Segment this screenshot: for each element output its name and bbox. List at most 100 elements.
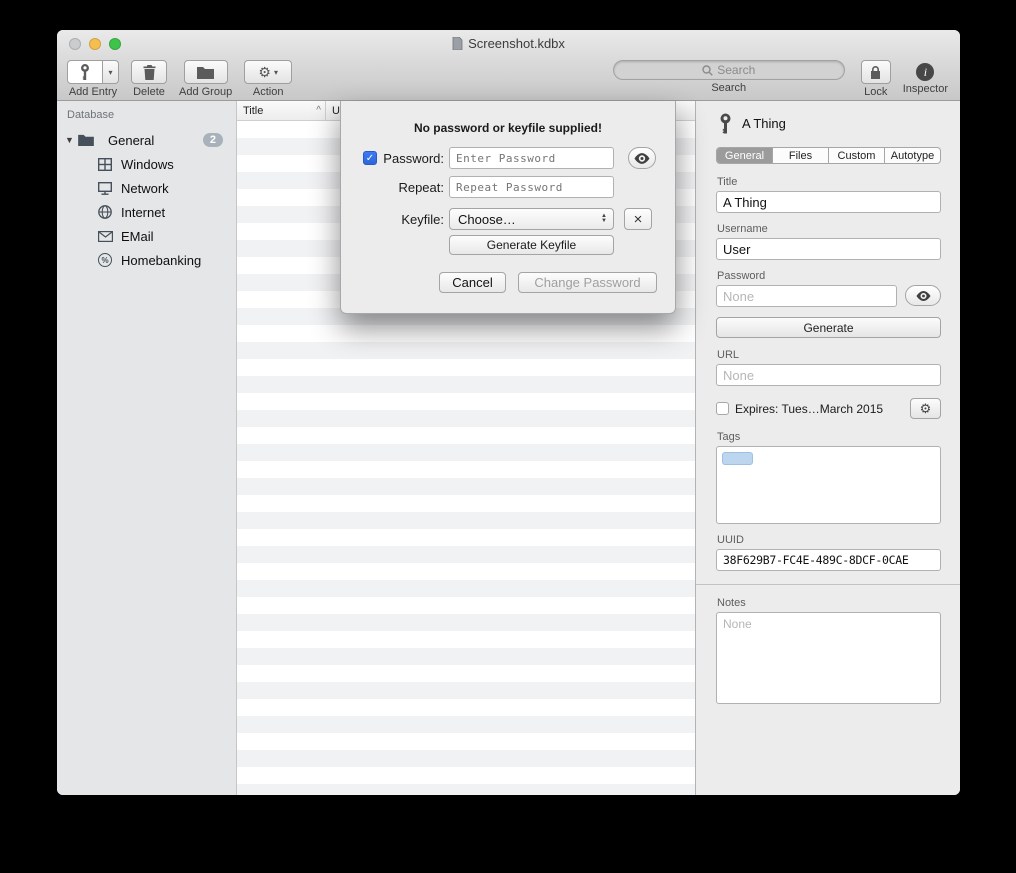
content-area: Database ▼ General 2 Windows Network	[57, 101, 960, 795]
popup-stepper-icon: ▲▼	[601, 214, 609, 224]
sidebar-item-email[interactable]: EMail	[57, 224, 236, 248]
gear-icon: ⚙	[258, 64, 271, 81]
entry-title: A Thing	[742, 116, 786, 131]
inspector-group: i Inspector	[903, 60, 948, 95]
sidebar-item-label: Network	[121, 181, 169, 196]
password-checkbox[interactable]: ✓	[363, 151, 377, 165]
keyfile-label: Keyfile:	[380, 212, 444, 227]
toolbar: ▾ Add Entry Delete Add Group ⚙ ▾ Action	[57, 57, 960, 101]
tag-chip[interactable]	[722, 452, 753, 465]
column-title-label: Title	[243, 105, 263, 117]
inspector-tabs: General Files Custom Autotype	[716, 147, 941, 164]
add-entry-label: Add Entry	[69, 86, 117, 98]
zoom-button[interactable]	[109, 38, 121, 50]
titlebar: Screenshot.kdbx	[57, 30, 960, 57]
sidebar-item-homebanking[interactable]: % Homebanking	[57, 248, 236, 272]
url-field[interactable]	[716, 364, 941, 386]
lock-icon	[870, 65, 881, 79]
delete-group: Delete	[131, 60, 167, 98]
minimize-button[interactable]	[89, 38, 101, 50]
add-entry-button[interactable]	[67, 60, 103, 84]
inspector-button[interactable]: i	[916, 63, 934, 81]
inspector-panel: A Thing General Files Custom Autotype Ti…	[695, 101, 960, 795]
tags-label: Tags	[717, 431, 941, 443]
expires-settings-button[interactable]: ⚙	[910, 398, 941, 419]
generate-keyfile-button[interactable]: Generate Keyfile	[449, 235, 614, 255]
reveal-password-button[interactable]	[628, 147, 656, 169]
expires-label: Expires: Tues…March 2015	[735, 402, 883, 416]
clear-keyfile-button[interactable]: ×	[624, 208, 652, 230]
globe-icon	[97, 204, 113, 220]
action-label: Action	[253, 86, 284, 98]
notes-label: Notes	[717, 597, 941, 609]
title-field[interactable]	[716, 191, 941, 213]
envelope-icon	[97, 228, 113, 244]
search-icon	[702, 65, 713, 76]
trash-icon	[143, 65, 156, 80]
password-field[interactable]	[716, 285, 897, 307]
sidebar-item-label: Homebanking	[121, 253, 201, 268]
folder-icon	[78, 132, 94, 148]
sidebar-item-general[interactable]: ▼ General 2	[57, 128, 236, 152]
add-group-button[interactable]	[184, 60, 228, 84]
sidebar-item-network[interactable]: Network	[57, 176, 236, 200]
disclosure-triangle-icon[interactable]: ▼	[65, 135, 78, 145]
gear-icon: ⚙	[920, 401, 932, 417]
dialog-message: No password or keyfile supplied!	[341, 121, 675, 135]
tab-custom[interactable]: Custom	[829, 148, 885, 163]
search-label: Search	[711, 82, 746, 94]
column-username-label: U	[332, 105, 340, 117]
eye-icon	[916, 291, 931, 301]
document-proxy-icon	[452, 37, 463, 50]
uuid-field[interactable]	[716, 549, 941, 571]
sidebar-item-label: General	[108, 133, 154, 148]
folder-icon	[197, 66, 214, 79]
info-icon: i	[924, 65, 927, 80]
windows-icon	[97, 156, 113, 172]
sidebar-header: Database	[57, 109, 236, 128]
uuid-label: UUID	[717, 534, 941, 546]
repeat-password-input[interactable]	[449, 176, 614, 198]
keyfile-value: Choose…	[458, 212, 601, 227]
username-field[interactable]	[716, 238, 941, 260]
enter-password-input[interactable]	[449, 147, 614, 169]
lock-button[interactable]	[861, 60, 891, 84]
delete-button[interactable]	[131, 60, 167, 84]
notes-field[interactable]	[716, 612, 941, 704]
tab-autotype[interactable]: Autotype	[885, 148, 940, 163]
change-password-button[interactable]: Change Password	[518, 272, 657, 293]
tab-general[interactable]: General	[717, 148, 773, 163]
generate-password-button[interactable]: Generate	[716, 317, 941, 338]
add-entry-dropdown[interactable]: ▾	[103, 60, 119, 84]
sidebar-item-label: Windows	[121, 157, 174, 172]
network-icon	[97, 180, 113, 196]
column-header-username[interactable]: U	[326, 105, 340, 117]
percent-glyph: %	[101, 256, 108, 265]
app-window: Screenshot.kdbx ▾ Add Entry Delete Add G…	[57, 30, 960, 795]
entry-header: A Thing	[716, 113, 941, 134]
sidebar-item-label: EMail	[121, 229, 154, 244]
keyfile-popup[interactable]: Choose… ▲▼	[449, 208, 614, 230]
password-field-label: Password	[717, 270, 941, 282]
reveal-password-button[interactable]	[905, 285, 941, 306]
tab-files[interactable]: Files	[773, 148, 829, 163]
repeat-label: Repeat:	[380, 180, 444, 195]
tags-field[interactable]	[716, 446, 941, 524]
checkmark-icon: ✓	[366, 153, 374, 164]
sidebar-item-internet[interactable]: Internet	[57, 200, 236, 224]
column-header-title[interactable]: Title ^	[237, 101, 325, 120]
cancel-button[interactable]: Cancel	[439, 272, 506, 293]
entry-count-badge: 2	[203, 133, 223, 147]
expires-checkbox[interactable]	[716, 402, 729, 415]
add-entry-group: ▾ Add Entry	[67, 60, 119, 98]
close-button[interactable]	[69, 38, 81, 50]
sidebar: Database ▼ General 2 Windows Network	[57, 101, 237, 795]
search-group: Search Search	[613, 60, 845, 94]
expires-row: Expires: Tues…March 2015 ⚙	[716, 398, 941, 419]
dropdown-arrow-icon: ▾	[274, 68, 278, 77]
window-controls	[69, 38, 121, 50]
sort-ascending-icon: ^	[316, 105, 321, 116]
action-button[interactable]: ⚙ ▾	[244, 60, 292, 84]
search-input[interactable]: Search	[613, 60, 845, 80]
sidebar-item-windows[interactable]: Windows	[57, 152, 236, 176]
